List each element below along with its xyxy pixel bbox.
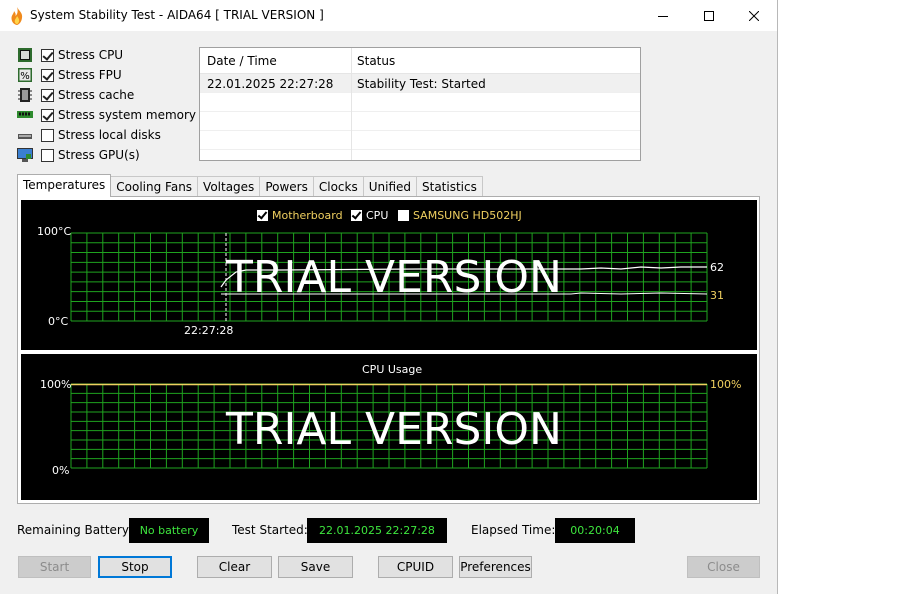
title-bar[interactable]: System Stability Test - AIDA64 [ TRIAL V… [0, 0, 777, 31]
cache-icon [18, 88, 32, 102]
stress-memory-label: Stress system memory [58, 108, 197, 122]
clear-button[interactable]: Clear [197, 556, 272, 578]
cpu-temp-value: 62 [710, 261, 724, 274]
monitor-icon [17, 148, 33, 162]
temperatures-panel: Motherboard CPU SAMSUNG HD502HJ 100°C 0°… [17, 196, 760, 504]
cpu-y-max-label: 100% [40, 378, 72, 391]
preferences-button[interactable]: Preferences [459, 556, 532, 578]
legend-samsung-disk[interactable]: SAMSUNG HD502HJ [398, 209, 522, 222]
elapsed-time-label: Elapsed Time: [471, 523, 556, 537]
stress-cache-checkbox[interactable] [41, 88, 54, 102]
legend-samsung-disk-label: SAMSUNG HD502HJ [413, 209, 522, 222]
legend-samsung-disk-checkbox[interactable] [398, 210, 409, 221]
stress-disks-label: Stress local disks [58, 128, 161, 142]
stress-memory-option[interactable]: Stress system memory [17, 106, 196, 124]
event-log-list[interactable]: Date / Time Status 22.01.2025 22:27:28 S… [199, 47, 641, 161]
stress-cpu-label: Stress CPU [58, 48, 124, 62]
legend-cpu-checkbox[interactable] [351, 210, 362, 221]
log-column-datetime[interactable]: Date / Time [207, 54, 277, 68]
graph-tabs: Temperatures Cooling Fans Voltages Power… [17, 174, 483, 197]
stress-fpu-label: Stress FPU [58, 68, 122, 82]
log-header: Date / Time Status [200, 48, 640, 74]
temperature-graph: Motherboard CPU SAMSUNG HD502HJ 100°C 0°… [21, 200, 757, 350]
legend-cpu[interactable]: CPU [351, 209, 388, 222]
window-title: System Stability Test - AIDA64 [ TRIAL V… [30, 8, 324, 22]
disk-drive-icon [18, 134, 32, 139]
temp-y-min-label: 0°C [48, 315, 69, 328]
elapsed-time-value: 00:20:04 [555, 518, 635, 543]
stress-memory-checkbox[interactable] [41, 108, 54, 122]
cpu-chip-icon [18, 48, 32, 62]
motherboard-temp-value: 31 [710, 289, 724, 302]
tab-temperatures[interactable]: Temperatures [17, 174, 112, 197]
fpu-percent-icon: % [18, 68, 32, 82]
stop-button[interactable]: Stop [98, 556, 172, 578]
close-button[interactable]: Close [687, 556, 760, 578]
trial-watermark: TRIAL VERSION [226, 252, 562, 303]
cpu-usage-title: CPU Usage [362, 363, 423, 376]
stress-cpu-option[interactable]: Stress CPU [17, 46, 123, 64]
cpu-usage-graph: CPU Usage 100% 0% 100% TRIAL VERSION [21, 354, 757, 500]
tab-statistics[interactable]: Statistics [416, 176, 483, 197]
test-started-label: Test Started: [232, 523, 308, 537]
stress-gpu-label: Stress GPU(s) [58, 148, 140, 162]
minimize-button[interactable] [640, 0, 686, 31]
tab-powers[interactable]: Powers [259, 176, 314, 197]
legend-motherboard-checkbox[interactable] [257, 210, 268, 221]
stress-disks-checkbox[interactable] [41, 128, 54, 142]
legend-cpu-label: CPU [366, 209, 389, 222]
log-column-status[interactable]: Status [357, 54, 395, 68]
stress-gpu-option[interactable]: Stress GPU(s) [17, 146, 140, 164]
close-icon [749, 10, 759, 21]
svg-text:%: % [20, 71, 30, 82]
test-started-value: 22.01.2025 22:27:28 [307, 518, 447, 543]
stress-disks-option[interactable]: Stress local disks [17, 126, 161, 144]
log-row-empty [200, 112, 640, 131]
stress-cpu-checkbox[interactable] [41, 48, 54, 62]
close-window-button[interactable] [731, 0, 777, 31]
stress-cache-label: Stress cache [58, 88, 135, 102]
temp-time-label: 22:27:28 [184, 324, 234, 337]
maximize-icon [704, 10, 714, 21]
cpuid-button[interactable]: CPUID [378, 556, 453, 578]
cpu-y-min-label: 0% [52, 464, 70, 477]
trial-watermark: TRIAL VERSION [226, 404, 562, 455]
stress-fpu-checkbox[interactable] [41, 68, 54, 82]
save-button[interactable]: Save [278, 556, 353, 578]
maximize-button[interactable] [686, 0, 732, 31]
tab-unified[interactable]: Unified [362, 176, 417, 197]
temp-y-max-label: 100°C [37, 225, 72, 238]
stability-test-window: System Stability Test - AIDA64 [ TRIAL V… [0, 0, 778, 594]
stress-fpu-option[interactable]: % Stress FPU [17, 66, 122, 84]
log-cell-status: Stability Test: Started [357, 77, 486, 91]
minimize-icon [658, 15, 668, 17]
log-row-empty [200, 131, 640, 150]
tab-voltages[interactable]: Voltages [197, 176, 261, 197]
log-column-divider [351, 48, 352, 160]
stress-cache-option[interactable]: Stress cache [17, 86, 134, 104]
cpu-usage-value: 100% [710, 378, 742, 391]
start-button[interactable]: Start [18, 556, 91, 578]
battery-label: Remaining Battery: [17, 523, 133, 537]
log-row[interactable]: 22.01.2025 22:27:28 Stability Test: Star… [200, 74, 640, 93]
battery-value: No battery [129, 518, 209, 543]
tab-cooling-fans[interactable]: Cooling Fans [110, 176, 199, 197]
log-row-empty [200, 93, 640, 112]
legend-motherboard[interactable]: Motherboard [257, 209, 343, 222]
memory-module-icon [17, 111, 33, 118]
legend-motherboard-label: Motherboard [272, 209, 343, 222]
log-cell-datetime: 22.01.2025 22:27:28 [207, 77, 334, 91]
flame-icon [11, 7, 23, 25]
tab-clocks[interactable]: Clocks [312, 176, 364, 197]
stress-gpu-checkbox[interactable] [41, 148, 54, 162]
